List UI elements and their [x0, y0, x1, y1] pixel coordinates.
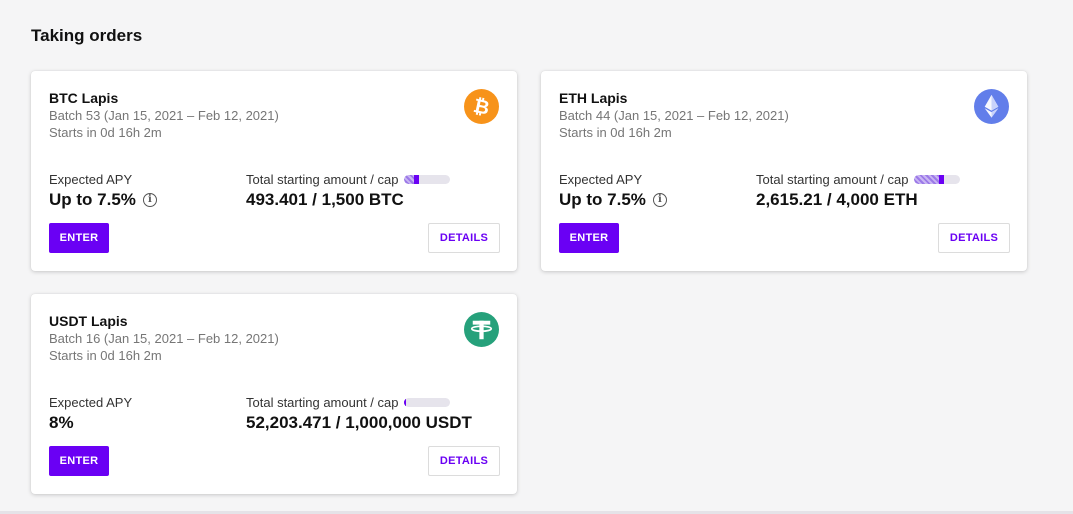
amount-value: 493.401 / 1,500 BTC	[246, 190, 404, 209]
amount-label: Total starting amount / cap	[246, 172, 451, 187]
apy-value: 8%	[49, 413, 74, 433]
amount-label-text: Total starting amount / cap	[246, 395, 399, 410]
enter-button[interactable]: ENTER	[49, 223, 109, 253]
ethereum-icon	[974, 89, 1009, 124]
apy-label: Expected APY	[49, 172, 133, 187]
tether-icon	[464, 312, 499, 347]
lapis-card-btc: BTC Lapis Batch 53 (Jan 15, 2021 – Feb 1…	[31, 71, 517, 271]
card-starts: Starts in 0d 16h 2m	[559, 125, 672, 140]
amount-value: 52,203.471 / 1,000,000 USDT	[246, 413, 472, 432]
amount-label-text: Total starting amount / cap	[756, 172, 909, 187]
apy-value-text: Up to 7.5%	[49, 190, 136, 209]
apy-label: Expected APY	[49, 395, 133, 410]
bitcoin-icon: ₿	[464, 89, 499, 124]
enter-button[interactable]: ENTER	[559, 223, 619, 253]
details-button[interactable]: DETAILS	[938, 223, 1010, 253]
details-button[interactable]: DETAILS	[428, 446, 500, 476]
apy-label: Expected APY	[559, 172, 643, 187]
progress-bar	[404, 175, 451, 184]
section-title: Taking orders	[31, 26, 143, 45]
info-icon[interactable]: i	[652, 193, 667, 207]
card-batch: Batch 44 (Jan 15, 2021 – Feb 12, 2021)	[559, 108, 789, 123]
lapis-card-eth: ETH Lapis Batch 44 (Jan 15, 2021 – Feb 1…	[541, 71, 1027, 271]
lapis-card-usdt: USDT Lapis Batch 16 (Jan 15, 2021 – Feb …	[31, 294, 517, 494]
progress-bar	[914, 175, 961, 184]
card-starts: Starts in 0d 16h 2m	[49, 348, 162, 363]
apy-value: Up to 7.5% i	[49, 190, 157, 210]
amount-label: Total starting amount / cap	[246, 395, 451, 410]
amount-label: Total starting amount / cap	[756, 172, 961, 187]
details-button[interactable]: DETAILS	[428, 223, 500, 253]
card-title: ETH Lapis	[559, 90, 628, 106]
progress-bar	[404, 398, 451, 407]
amount-label-text: Total starting amount / cap	[246, 172, 399, 187]
amount-value: 2,615.21 / 4,000 ETH	[756, 190, 918, 209]
card-title: BTC Lapis	[49, 90, 119, 106]
card-starts: Starts in 0d 16h 2m	[49, 125, 162, 140]
apy-value: Up to 7.5% i	[559, 190, 667, 210]
info-icon[interactable]: i	[142, 193, 157, 207]
card-title: USDT Lapis	[49, 313, 128, 329]
card-batch: Batch 53 (Jan 15, 2021 – Feb 12, 2021)	[49, 108, 279, 123]
enter-button[interactable]: ENTER	[49, 446, 109, 476]
card-batch: Batch 16 (Jan 15, 2021 – Feb 12, 2021)	[49, 331, 279, 346]
apy-value-text: Up to 7.5%	[559, 190, 646, 209]
apy-value-text: 8%	[49, 413, 74, 432]
